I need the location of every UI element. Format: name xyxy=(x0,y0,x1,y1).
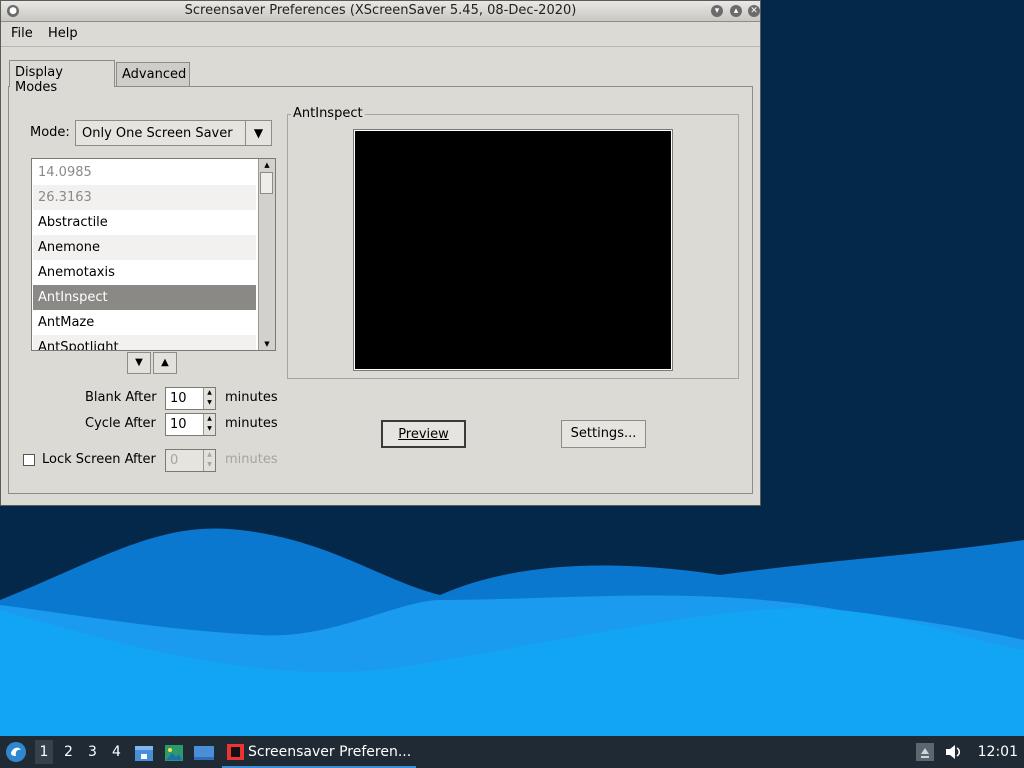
mode-label: Mode: xyxy=(30,125,70,140)
screensaver-list[interactable]: 14.0985 26.3163 Abstractile Anemone Anem… xyxy=(31,158,276,351)
workspace-3[interactable]: 3 xyxy=(88,744,97,760)
cycle-after-stepper[interactable]: 10 ▲ ▼ xyxy=(165,413,216,436)
lock-screen-label[interactable]: Lock Screen After xyxy=(42,452,156,467)
chevron-down-icon[interactable]: ▼ xyxy=(245,121,271,145)
taskbar-task-screensaver[interactable]: Screensaver Preferen... xyxy=(222,736,416,768)
move-down-button[interactable]: ▼ xyxy=(127,352,151,374)
menu-file[interactable]: File xyxy=(11,26,33,41)
menu-start-icon[interactable] xyxy=(5,741,27,763)
menu-bar: File Help xyxy=(1,22,760,47)
taskbar-task-label: Screensaver Preferen... xyxy=(248,744,412,760)
preview-screen xyxy=(354,130,672,370)
preview-button-label: Preview xyxy=(398,427,449,442)
list-item-selected[interactable]: AntInspect xyxy=(33,285,256,310)
list-item[interactable]: Abstractile xyxy=(33,210,256,235)
list-scrollbar[interactable]: ▲ ▼ xyxy=(258,159,275,350)
blank-after-stepper[interactable]: 10 ▲ ▼ xyxy=(165,387,216,410)
blank-unit: minutes xyxy=(225,390,278,405)
spin-arrows-icon: ▲ ▼ xyxy=(203,450,215,471)
workspace-2[interactable]: 2 xyxy=(64,744,73,760)
scroll-down-icon[interactable]: ▼ xyxy=(259,338,275,350)
minimize-icon[interactable]: ▾ xyxy=(711,5,723,17)
mode-dropdown[interactable]: Only One Screen Saver ▼ xyxy=(75,120,272,146)
taskbar: 1 2 3 4 Screensaver Preferen... 12:01 xyxy=(0,736,1024,768)
close-icon[interactable]: ✕ xyxy=(748,5,760,17)
list-item[interactable]: 14.0985 xyxy=(33,160,256,185)
cycle-after-label: Cycle After xyxy=(85,416,156,431)
lock-after-stepper: 0 ▲ ▼ xyxy=(165,449,216,472)
file-manager-icon[interactable] xyxy=(134,744,154,762)
menu-help[interactable]: Help xyxy=(48,26,78,41)
list-item[interactable]: 26.3163 xyxy=(33,185,256,210)
lock-after-value: 0 xyxy=(170,453,179,468)
preview-legend: AntInspect xyxy=(291,106,365,121)
list-item[interactable]: Anemotaxis xyxy=(33,260,256,285)
image-viewer-icon[interactable] xyxy=(164,744,184,762)
cycle-unit: minutes xyxy=(225,416,278,431)
list-item[interactable]: Anemone xyxy=(33,235,256,260)
lock-unit: minutes xyxy=(225,452,278,467)
cycle-after-value[interactable]: 10 xyxy=(170,417,187,432)
settings-button[interactable]: Settings... xyxy=(561,420,646,448)
scroll-up-icon[interactable]: ▲ xyxy=(259,159,275,171)
lock-screen-checkbox[interactable] xyxy=(23,454,35,466)
list-item[interactable]: AntSpotlight xyxy=(33,335,256,350)
move-up-button[interactable]: ▲ xyxy=(153,352,177,374)
window-title: Screensaver Preferences (XScreenSaver 5.… xyxy=(184,3,577,18)
volume-icon[interactable] xyxy=(944,743,964,761)
arrow-up-icon: ▲ xyxy=(161,357,169,368)
tab-display-modes[interactable]: Display Modes xyxy=(9,60,115,95)
arrow-down-icon: ▼ xyxy=(135,357,143,368)
clock[interactable]: 12:01 xyxy=(978,744,1018,760)
list-item[interactable]: AntMaze xyxy=(33,310,256,335)
keyboard-layout-icon[interactable] xyxy=(916,743,934,761)
screensaver-app-icon xyxy=(227,744,244,760)
maximize-icon[interactable]: ▴ xyxy=(730,5,742,17)
window-titlebar[interactable]: ● Screensaver Preferences (XScreenSaver … xyxy=(1,1,760,22)
workspace-4[interactable]: 4 xyxy=(112,744,121,760)
mode-value: Only One Screen Saver xyxy=(82,126,233,141)
blank-after-label: Blank After xyxy=(85,390,157,405)
tab-advanced[interactable]: Advanced xyxy=(116,62,190,86)
spin-arrows-icon[interactable]: ▲ ▼ xyxy=(203,414,215,435)
spin-arrows-icon[interactable]: ▲ ▼ xyxy=(203,388,215,409)
workspace-1[interactable]: 1 xyxy=(35,740,53,764)
scroll-thumb[interactable] xyxy=(260,172,273,194)
blank-after-value[interactable]: 10 xyxy=(170,391,187,406)
preview-button[interactable]: Preview xyxy=(381,420,466,448)
desktop-icon[interactable] xyxy=(193,744,215,762)
